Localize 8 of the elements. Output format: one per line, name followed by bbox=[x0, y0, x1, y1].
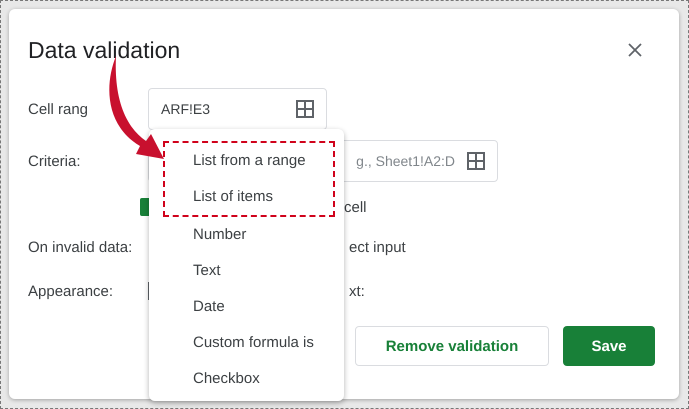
option-label: xt: bbox=[349, 282, 366, 300]
dialog-title: Data validation bbox=[28, 36, 180, 64]
field-label: On invalid data: bbox=[28, 238, 134, 256]
option-label: ect input bbox=[349, 238, 407, 256]
field-label: Cell rang bbox=[28, 100, 90, 118]
field-label: Criteria: bbox=[28, 152, 82, 170]
field-label: Appearance: bbox=[28, 282, 114, 300]
checkbox-label: cell bbox=[344, 198, 368, 216]
